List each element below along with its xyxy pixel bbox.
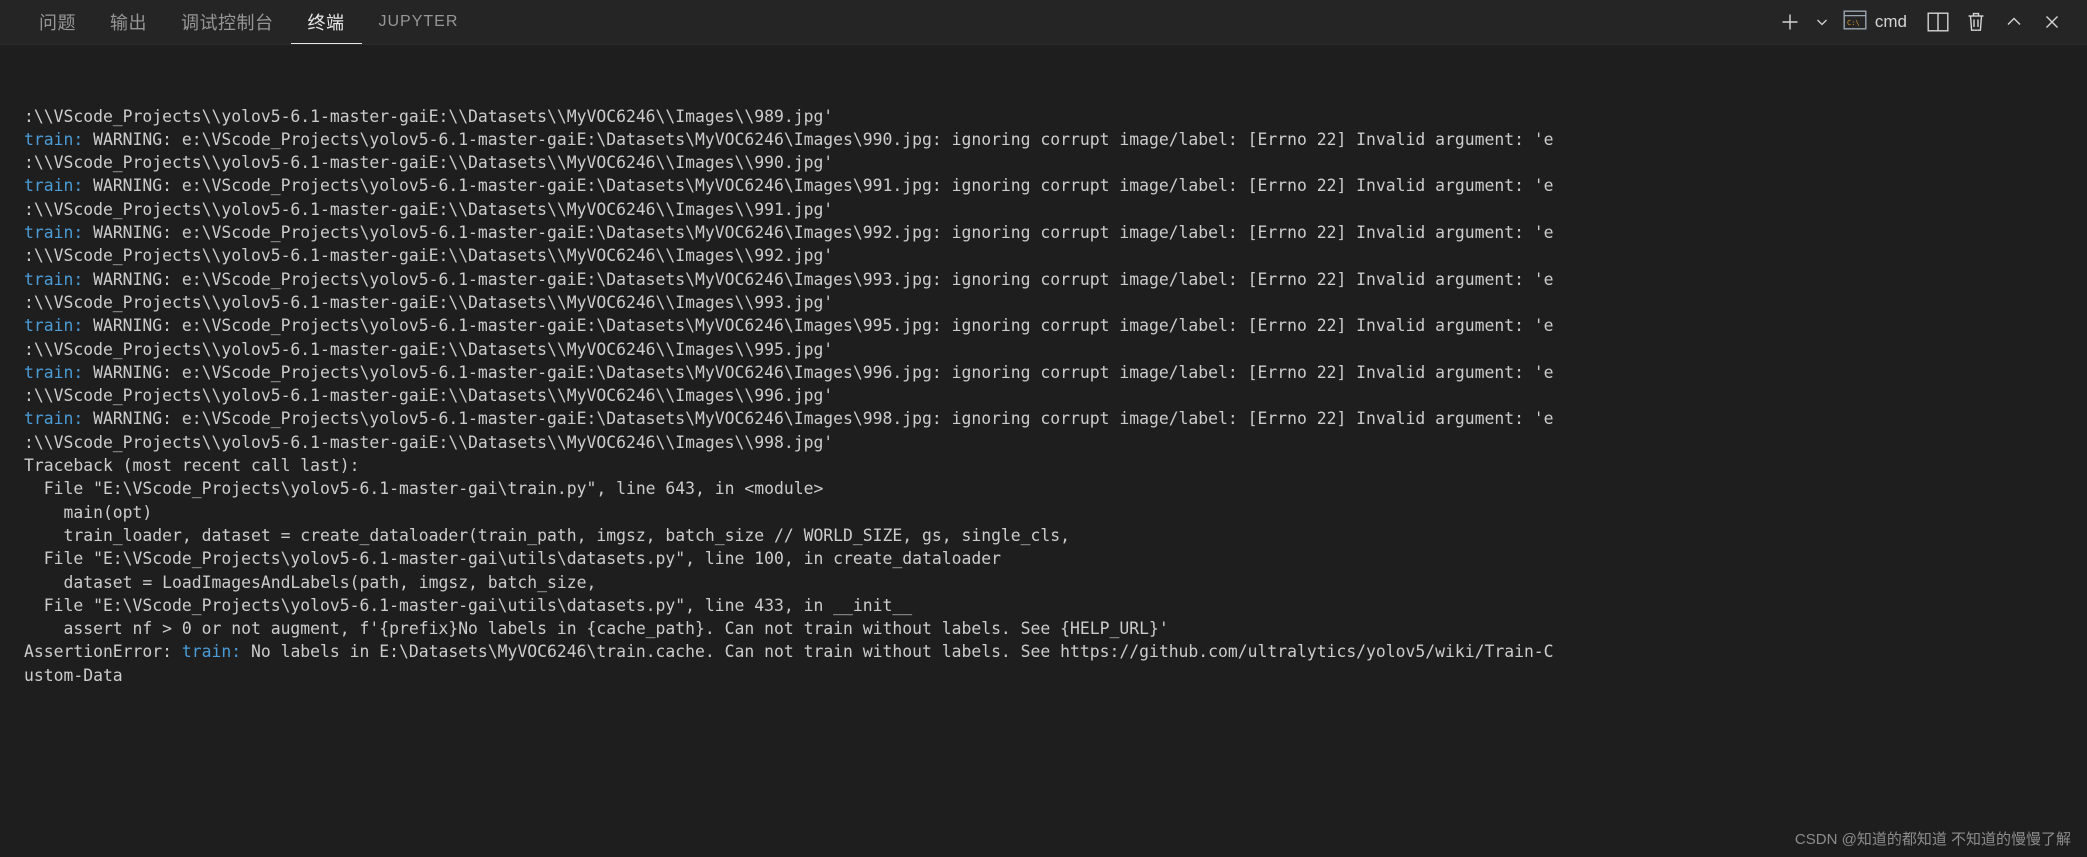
terminal-text-segment: train:	[24, 269, 94, 289]
terminal-text-segment: WARNING: e:\VScode_Projects\yolov5-6.1-m…	[93, 176, 1554, 196]
terminal-text-segment: dataset = LoadImagesAndLabels(path, imgs…	[24, 572, 597, 592]
terminal-line: :\\VScode_Projects\\yolov5-6.1-master-ga…	[24, 198, 2087, 221]
terminal-text-segment: :\\VScode_Projects\\yolov5-6.1-master-ga…	[24, 246, 834, 266]
svg-text:C:\: C:\	[1847, 19, 1860, 27]
panel-tab-label: 调试控制台	[181, 12, 274, 33]
terminal-line: :\\VScode_Projects\\yolov5-6.1-master-ga…	[24, 244, 2087, 267]
terminal-line: :\\VScode_Projects\\yolov5-6.1-master-ga…	[24, 384, 2087, 407]
terminal-line: :\\VScode_Projects\\yolov5-6.1-master-ga…	[24, 105, 2087, 128]
terminal-line: AssertionError: train: No labels in E:\D…	[24, 640, 2087, 663]
terminal-line: :\\VScode_Projects\\yolov5-6.1-master-ga…	[24, 291, 2087, 314]
terminal-text-segment: WARNING: e:\VScode_Projects\yolov5-6.1-m…	[93, 223, 1554, 243]
terminal-text-segment: ustom-Data	[24, 665, 123, 685]
panel-tab-label: 输出	[110, 12, 147, 33]
terminal-kind-indicator[interactable]: C:\ cmd	[1837, 10, 1917, 35]
terminal-text-segment: train:	[24, 362, 94, 382]
panel-tab-0[interactable]: 问题	[22, 0, 93, 44]
terminal-text-segment: :\\VScode_Projects\\yolov5-6.1-master-ga…	[24, 292, 834, 312]
terminal-text-segment: No labels in E:\Datasets\MyVOC6246\train…	[250, 642, 1554, 662]
terminal-line: :\\VScode_Projects\\yolov5-6.1-master-ga…	[24, 151, 2087, 174]
terminal-line: train: WARNING: e:\VScode_Projects\yolov…	[24, 314, 2087, 337]
terminal-text-segment: train:	[181, 642, 251, 662]
terminal-text-segment: :\\VScode_Projects\\yolov5-6.1-master-ga…	[24, 199, 834, 219]
terminal-output[interactable]: :\\VScode_Projects\\yolov5-6.1-master-ga…	[0, 45, 2087, 857]
panel-tab-label: 终端	[307, 12, 345, 33]
terminal-text-segment: :\\VScode_Projects\\yolov5-6.1-master-ga…	[24, 106, 834, 126]
terminal-line: main(opt)	[24, 501, 2087, 524]
terminal-line: File "E:\VScode_Projects\yolov5-6.1-mast…	[24, 477, 2087, 500]
terminal-text-segment: WARNING: e:\VScode_Projects\yolov5-6.1-m…	[93, 316, 1554, 336]
panel-tab-list: 问题 输出 调试控制台 终端 JUPYTER	[0, 0, 475, 44]
panel-tab-1[interactable]: 输出	[93, 0, 164, 44]
new-terminal-dropdown-button[interactable]	[1811, 5, 1833, 39]
terminal-line: train: WARNING: e:\VScode_Projects\yolov…	[24, 174, 2087, 197]
terminal-text-segment: File "E:\VScode_Projects\yolov5-6.1-mast…	[24, 479, 824, 499]
terminal-line: File "E:\VScode_Projects\yolov5-6.1-mast…	[24, 547, 2087, 570]
terminal-line: train_loader, dataset = create_dataloade…	[24, 524, 2087, 547]
terminal-text-segment: train_loader, dataset = create_dataloade…	[24, 525, 1071, 545]
terminal-text-segment: train:	[24, 223, 94, 243]
panel-tab-4[interactable]: JUPYTER	[362, 0, 476, 44]
panel-tab-label: JUPYTER	[378, 12, 459, 30]
terminal-text-segment: WARNING: e:\VScode_Projects\yolov5-6.1-m…	[93, 269, 1554, 289]
panel-tab-2[interactable]: 调试控制台	[164, 0, 291, 44]
terminal-line: :\\VScode_Projects\\yolov5-6.1-master-ga…	[24, 431, 2087, 454]
watermark-text: CSDN @知道的都知道 不知道的慢慢了解	[1794, 830, 2071, 848]
terminal-text-segment: main(opt)	[24, 502, 153, 522]
terminal-text-segment: train:	[24, 409, 94, 429]
terminal-text-segment: assert nf > 0 or not augment, f'{prefix}…	[24, 619, 1169, 639]
terminal-text-segment: train:	[24, 176, 94, 196]
new-terminal-button[interactable]	[1773, 5, 1807, 39]
terminal-text-segment: Traceback (most recent call last):	[24, 456, 360, 476]
panel-tab-3[interactable]: 终端	[290, 0, 362, 44]
cmd-prompt-icon: C:\	[1843, 10, 1867, 35]
terminal-line: train: WARNING: e:\VScode_Projects\yolov…	[24, 268, 2087, 291]
kill-terminal-button[interactable]	[1959, 5, 1993, 39]
terminal-text-segment: :\\VScode_Projects\\yolov5-6.1-master-ga…	[24, 432, 834, 452]
terminal-text-segment: :\\VScode_Projects\\yolov5-6.1-master-ga…	[24, 153, 834, 173]
terminal-line-container: :\\VScode_Projects\\yolov5-6.1-master-ga…	[24, 105, 2087, 687]
terminal-text-segment: WARNING: e:\VScode_Projects\yolov5-6.1-m…	[93, 129, 1554, 149]
terminal-line: assert nf > 0 or not augment, f'{prefix}…	[24, 617, 2087, 640]
panel-header: 问题 输出 调试控制台 终端 JUPYTER C:\ cmd	[0, 0, 2087, 45]
split-terminal-button[interactable]	[1921, 5, 1955, 39]
terminal-line: :\\VScode_Projects\\yolov5-6.1-master-ga…	[24, 338, 2087, 361]
maximize-panel-button[interactable]	[1997, 5, 2031, 39]
terminal-text-segment: train:	[24, 129, 94, 149]
close-panel-button[interactable]	[2035, 5, 2069, 39]
terminal-text-segment: :\\VScode_Projects\\yolov5-6.1-master-ga…	[24, 339, 834, 359]
terminal-line: dataset = LoadImagesAndLabels(path, imgs…	[24, 571, 2087, 594]
panel-tab-label: 问题	[39, 12, 76, 33]
terminal-text-segment: :\\VScode_Projects\\yolov5-6.1-master-ga…	[24, 386, 834, 406]
terminal-line: ustom-Data	[24, 664, 2087, 687]
terminal-text-segment: WARNING: e:\VScode_Projects\yolov5-6.1-m…	[93, 409, 1554, 429]
terminal-line: Traceback (most recent call last):	[24, 454, 2087, 477]
terminal-text-segment: File "E:\VScode_Projects\yolov5-6.1-mast…	[24, 549, 1001, 569]
terminal-text-segment: File "E:\VScode_Projects\yolov5-6.1-mast…	[24, 595, 913, 615]
terminal-kind-label: cmd	[1874, 12, 1907, 31]
terminal-line: train: WARNING: e:\VScode_Projects\yolov…	[24, 361, 2087, 384]
terminal-line: File "E:\VScode_Projects\yolov5-6.1-mast…	[24, 594, 2087, 617]
terminal-text-segment: AssertionError:	[24, 642, 182, 662]
terminal-line: train: WARNING: e:\VScode_Projects\yolov…	[24, 221, 2087, 244]
terminal-line: train: WARNING: e:\VScode_Projects\yolov…	[24, 407, 2087, 430]
terminal-line: train: WARNING: e:\VScode_Projects\yolov…	[24, 128, 2087, 151]
panel-action-bar: C:\ cmd	[1773, 0, 2087, 44]
terminal-text-segment: train:	[24, 316, 94, 336]
terminal-text-segment: WARNING: e:\VScode_Projects\yolov5-6.1-m…	[93, 362, 1554, 382]
